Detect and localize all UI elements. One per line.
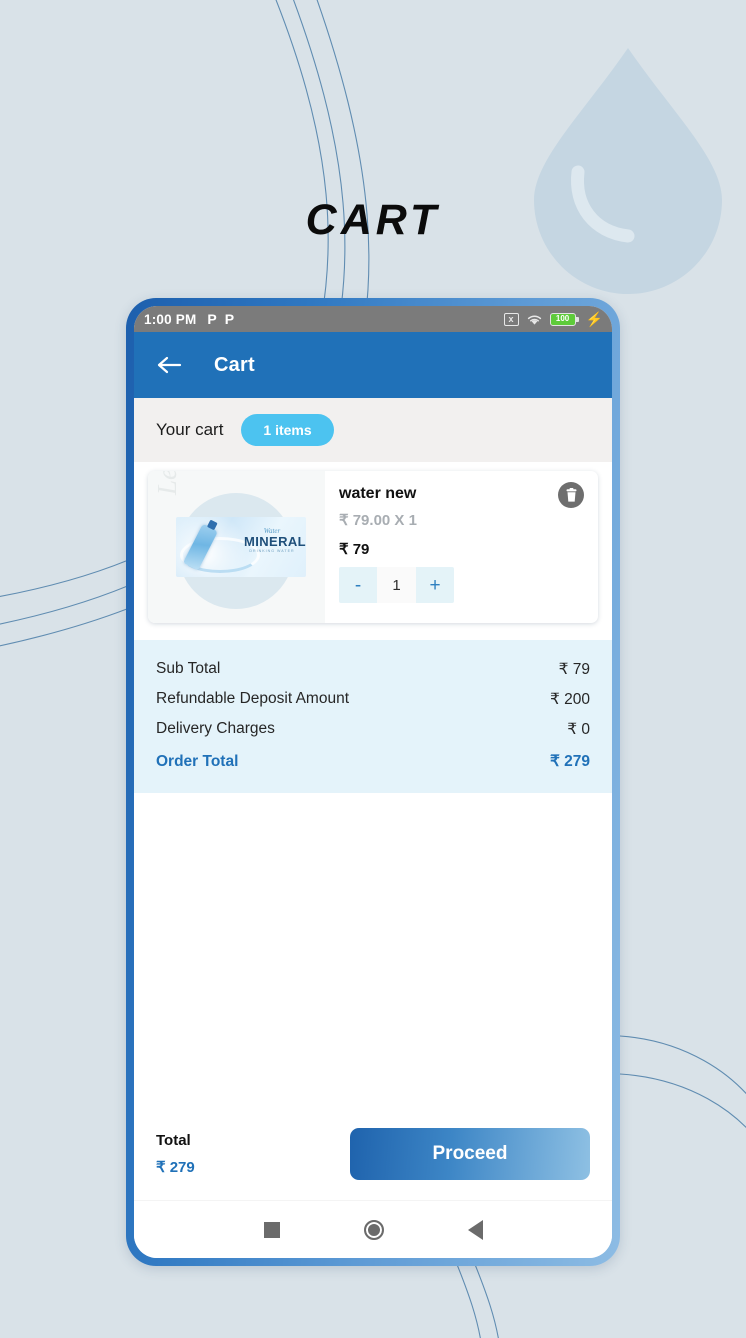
summary-label: Refundable Deposit Amount xyxy=(156,690,350,707)
total-value: ₹ 279 xyxy=(156,1159,195,1176)
cart-summary-strip: Your cart 1 items xyxy=(134,398,612,462)
total-block: Total ₹ 279 xyxy=(156,1132,195,1176)
quantity-increment-button[interactable]: + xyxy=(416,567,454,603)
quantity-value: 1 xyxy=(377,567,416,603)
content-spacer xyxy=(134,792,612,1108)
checkout-bar: Total ₹ 279 Proceed xyxy=(134,1108,612,1200)
status-left-icons: P P xyxy=(207,312,234,326)
price-summary: Sub Total ₹ 79 Refundable Deposit Amount… xyxy=(134,640,612,793)
summary-row-deposit: Refundable Deposit Amount ₹ 200 xyxy=(156,684,590,714)
android-status-bar: 1:00 PM P P x 100 ⚡ xyxy=(134,306,612,332)
summary-row-delivery: Delivery Charges ₹ 0 xyxy=(156,714,590,744)
circle-home-icon[interactable] xyxy=(363,1219,384,1240)
summary-row-subtotal: Sub Total ₹ 79 xyxy=(156,654,590,684)
product-info: water new ₹ 79.00 X 1 ₹ 79 - 1 + xyxy=(325,471,598,623)
status-right-icons: x 100 ⚡ xyxy=(503,311,603,327)
thumb-watermark: LesVestal xyxy=(152,471,183,495)
page-title: CART xyxy=(305,196,441,244)
summary-value: ₹ 0 xyxy=(567,720,590,738)
app-bar: Cart xyxy=(134,332,612,398)
summary-row-order-total: Order Total ₹ 279 xyxy=(156,744,590,777)
quantity-decrement-button[interactable]: - xyxy=(339,567,377,603)
your-cart-label: Your cart xyxy=(156,420,224,439)
back-arrow-icon[interactable] xyxy=(154,350,184,380)
cart-content: LesVestal Water MINERAL DRINKING WATER w… xyxy=(134,462,612,1200)
wifi-icon xyxy=(527,314,541,325)
phone-frame: 1:00 PM P P x 100 ⚡ Cart Your cart 1 ite… xyxy=(126,298,620,1266)
product-name: water new xyxy=(339,485,417,502)
cart-item-card[interactable]: LesVestal Water MINERAL DRINKING WATER w… xyxy=(148,471,598,623)
proceed-button[interactable]: Proceed xyxy=(350,1128,590,1180)
product-line-price: ₹ 79 xyxy=(339,541,370,558)
android-nav-bar xyxy=(134,1200,612,1258)
order-total-label: Order Total xyxy=(156,752,239,770)
charging-bolt-icon: ⚡ xyxy=(585,311,603,327)
app-bar-title: Cart xyxy=(214,353,255,376)
triangle-back-icon[interactable] xyxy=(467,1219,483,1240)
battery-icon: 100 xyxy=(549,312,579,326)
water-droplet-icon xyxy=(534,48,722,294)
status-time: 1:00 PM xyxy=(144,311,197,327)
order-total-value: ₹ 279 xyxy=(549,753,590,770)
paytm-glyph-icon-2: P xyxy=(224,311,235,327)
paytm-glyph-icon: P xyxy=(207,311,217,327)
summary-label: Delivery Charges xyxy=(156,720,275,737)
square-recents-icon[interactable] xyxy=(263,1221,280,1238)
summary-value: ₹ 79 xyxy=(558,660,590,678)
product-unit-price: ₹ 79.00 X 1 xyxy=(339,512,417,529)
mineral-water-banner: Water MINERAL DRINKING WATER xyxy=(176,517,306,577)
banner-title-text: MINERAL xyxy=(244,534,306,549)
summary-label: Sub Total xyxy=(156,660,221,677)
delete-item-button[interactable] xyxy=(558,482,584,508)
trash-icon xyxy=(566,487,576,502)
total-label: Total xyxy=(156,1132,191,1149)
quantity-stepper[interactable]: - 1 + xyxy=(339,567,454,603)
banner-sub-text: DRINKING WATER xyxy=(249,549,295,553)
banner-text-block: Water MINERAL DRINKING WATER xyxy=(244,527,306,553)
close-box-icon: x xyxy=(503,312,519,326)
items-count-badge: 1 items xyxy=(241,414,334,446)
product-thumbnail: LesVestal Water MINERAL DRINKING WATER xyxy=(148,471,325,623)
phone-screen: 1:00 PM P P x 100 ⚡ Cart Your cart 1 ite… xyxy=(134,306,612,1258)
summary-value: ₹ 200 xyxy=(549,690,590,708)
